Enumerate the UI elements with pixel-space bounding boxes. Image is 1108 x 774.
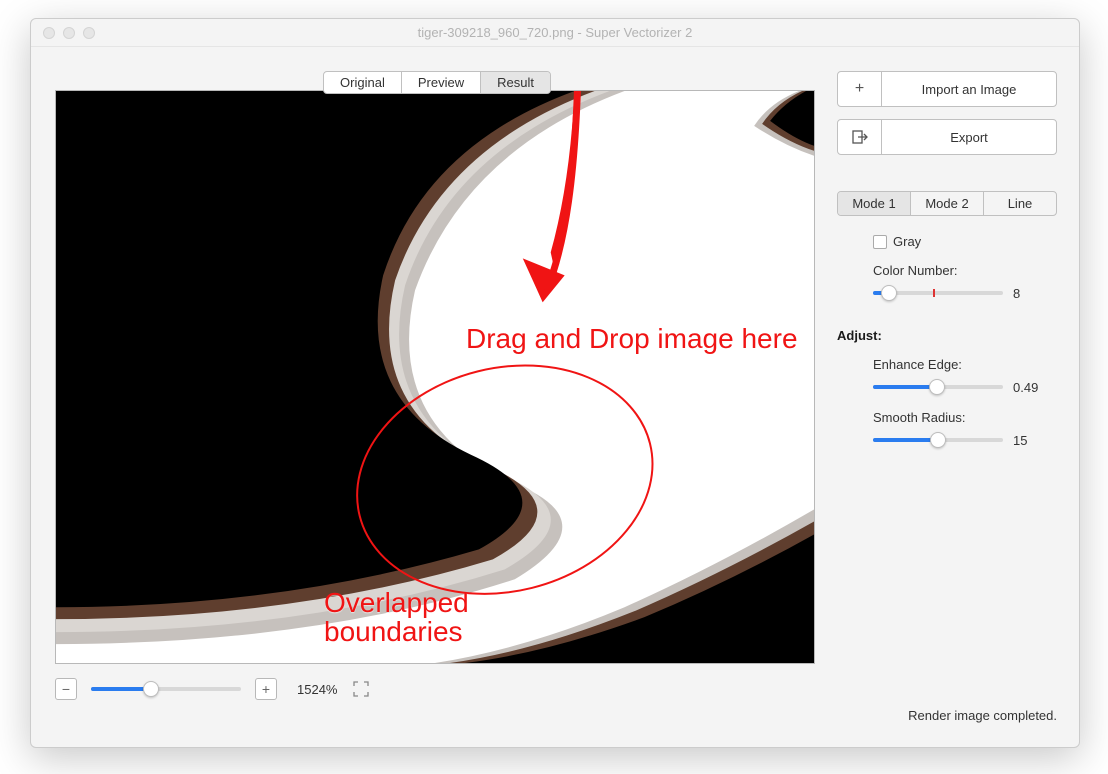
- tab-original[interactable]: Original: [324, 72, 402, 93]
- enhance-edge-label: Enhance Edge:: [873, 357, 1057, 372]
- zoom-slider-fill: [91, 687, 151, 691]
- color-number-block: Color Number: 8: [837, 263, 1057, 302]
- smooth-radius-value: 15: [1013, 433, 1027, 448]
- tab-mode1[interactable]: Mode 1: [838, 192, 911, 215]
- annotation-overlapped: Overlapped boundaries: [324, 588, 469, 647]
- left-pane: Original Preview Result: [31, 47, 819, 747]
- status-message: Render image completed.: [837, 708, 1057, 731]
- smooth-radius-block: Smooth Radius: 15: [837, 410, 1057, 449]
- export-button[interactable]: Export: [837, 119, 1057, 155]
- tab-mode2[interactable]: Mode 2: [911, 192, 984, 215]
- canvas-image: [56, 91, 814, 663]
- view-tabs: Original Preview Result: [55, 71, 819, 94]
- tab-line[interactable]: Line: [984, 192, 1056, 215]
- import-label: Import an Image: [882, 82, 1056, 97]
- zoom-in-button[interactable]: +: [255, 678, 277, 700]
- plus-icon: +: [838, 72, 882, 106]
- tab-preview[interactable]: Preview: [402, 72, 481, 93]
- window-title: tiger-309218_960_720.png - Super Vectori…: [31, 25, 1079, 40]
- app-window: tiger-309218_960_720.png - Super Vectori…: [30, 18, 1080, 748]
- color-number-slider[interactable]: [873, 284, 1003, 302]
- smooth-radius-slider[interactable]: [873, 431, 1003, 449]
- smooth-radius-label: Smooth Radius:: [873, 410, 1057, 425]
- annotation-drag-drop: Drag and Drop image here: [466, 323, 798, 355]
- export-label: Export: [882, 130, 1056, 145]
- titlebar: tiger-309218_960_720.png - Super Vectori…: [31, 19, 1079, 47]
- mode-tabs: Mode 1 Mode 2 Line: [837, 191, 1057, 216]
- gray-label: Gray: [893, 234, 921, 249]
- content-row: Original Preview Result: [31, 47, 1079, 747]
- adjust-heading: Adjust:: [837, 328, 1057, 343]
- color-number-label: Color Number:: [873, 263, 1057, 278]
- gray-row: Gray: [837, 234, 1057, 249]
- enhance-edge-block: Enhance Edge: 0.49: [837, 357, 1057, 396]
- enhance-edge-slider[interactable]: [873, 378, 1003, 396]
- enhance-edge-value: 0.49: [1013, 380, 1038, 395]
- annotation-overlapped-l2: boundaries: [324, 616, 463, 647]
- annotation-overlapped-l1: Overlapped: [324, 587, 469, 618]
- fullscreen-icon[interactable]: [351, 679, 371, 699]
- zoom-slider[interactable]: [91, 680, 241, 698]
- gray-checkbox[interactable]: [873, 235, 887, 249]
- zoom-bar: − + 1524%: [55, 664, 819, 708]
- import-button[interactable]: + Import an Image: [837, 71, 1057, 107]
- zoom-out-button[interactable]: −: [55, 678, 77, 700]
- zoom-slider-thumb[interactable]: [143, 681, 159, 697]
- export-icon: [838, 120, 882, 154]
- zoom-percent: 1524%: [297, 682, 337, 697]
- sidebar: + Import an Image Export Mode 1 Mode 2 L…: [819, 47, 1079, 747]
- canvas[interactable]: Drag and Drop image here Overlapped boun…: [55, 90, 815, 664]
- tab-result[interactable]: Result: [481, 72, 550, 93]
- color-number-value: 8: [1013, 286, 1020, 301]
